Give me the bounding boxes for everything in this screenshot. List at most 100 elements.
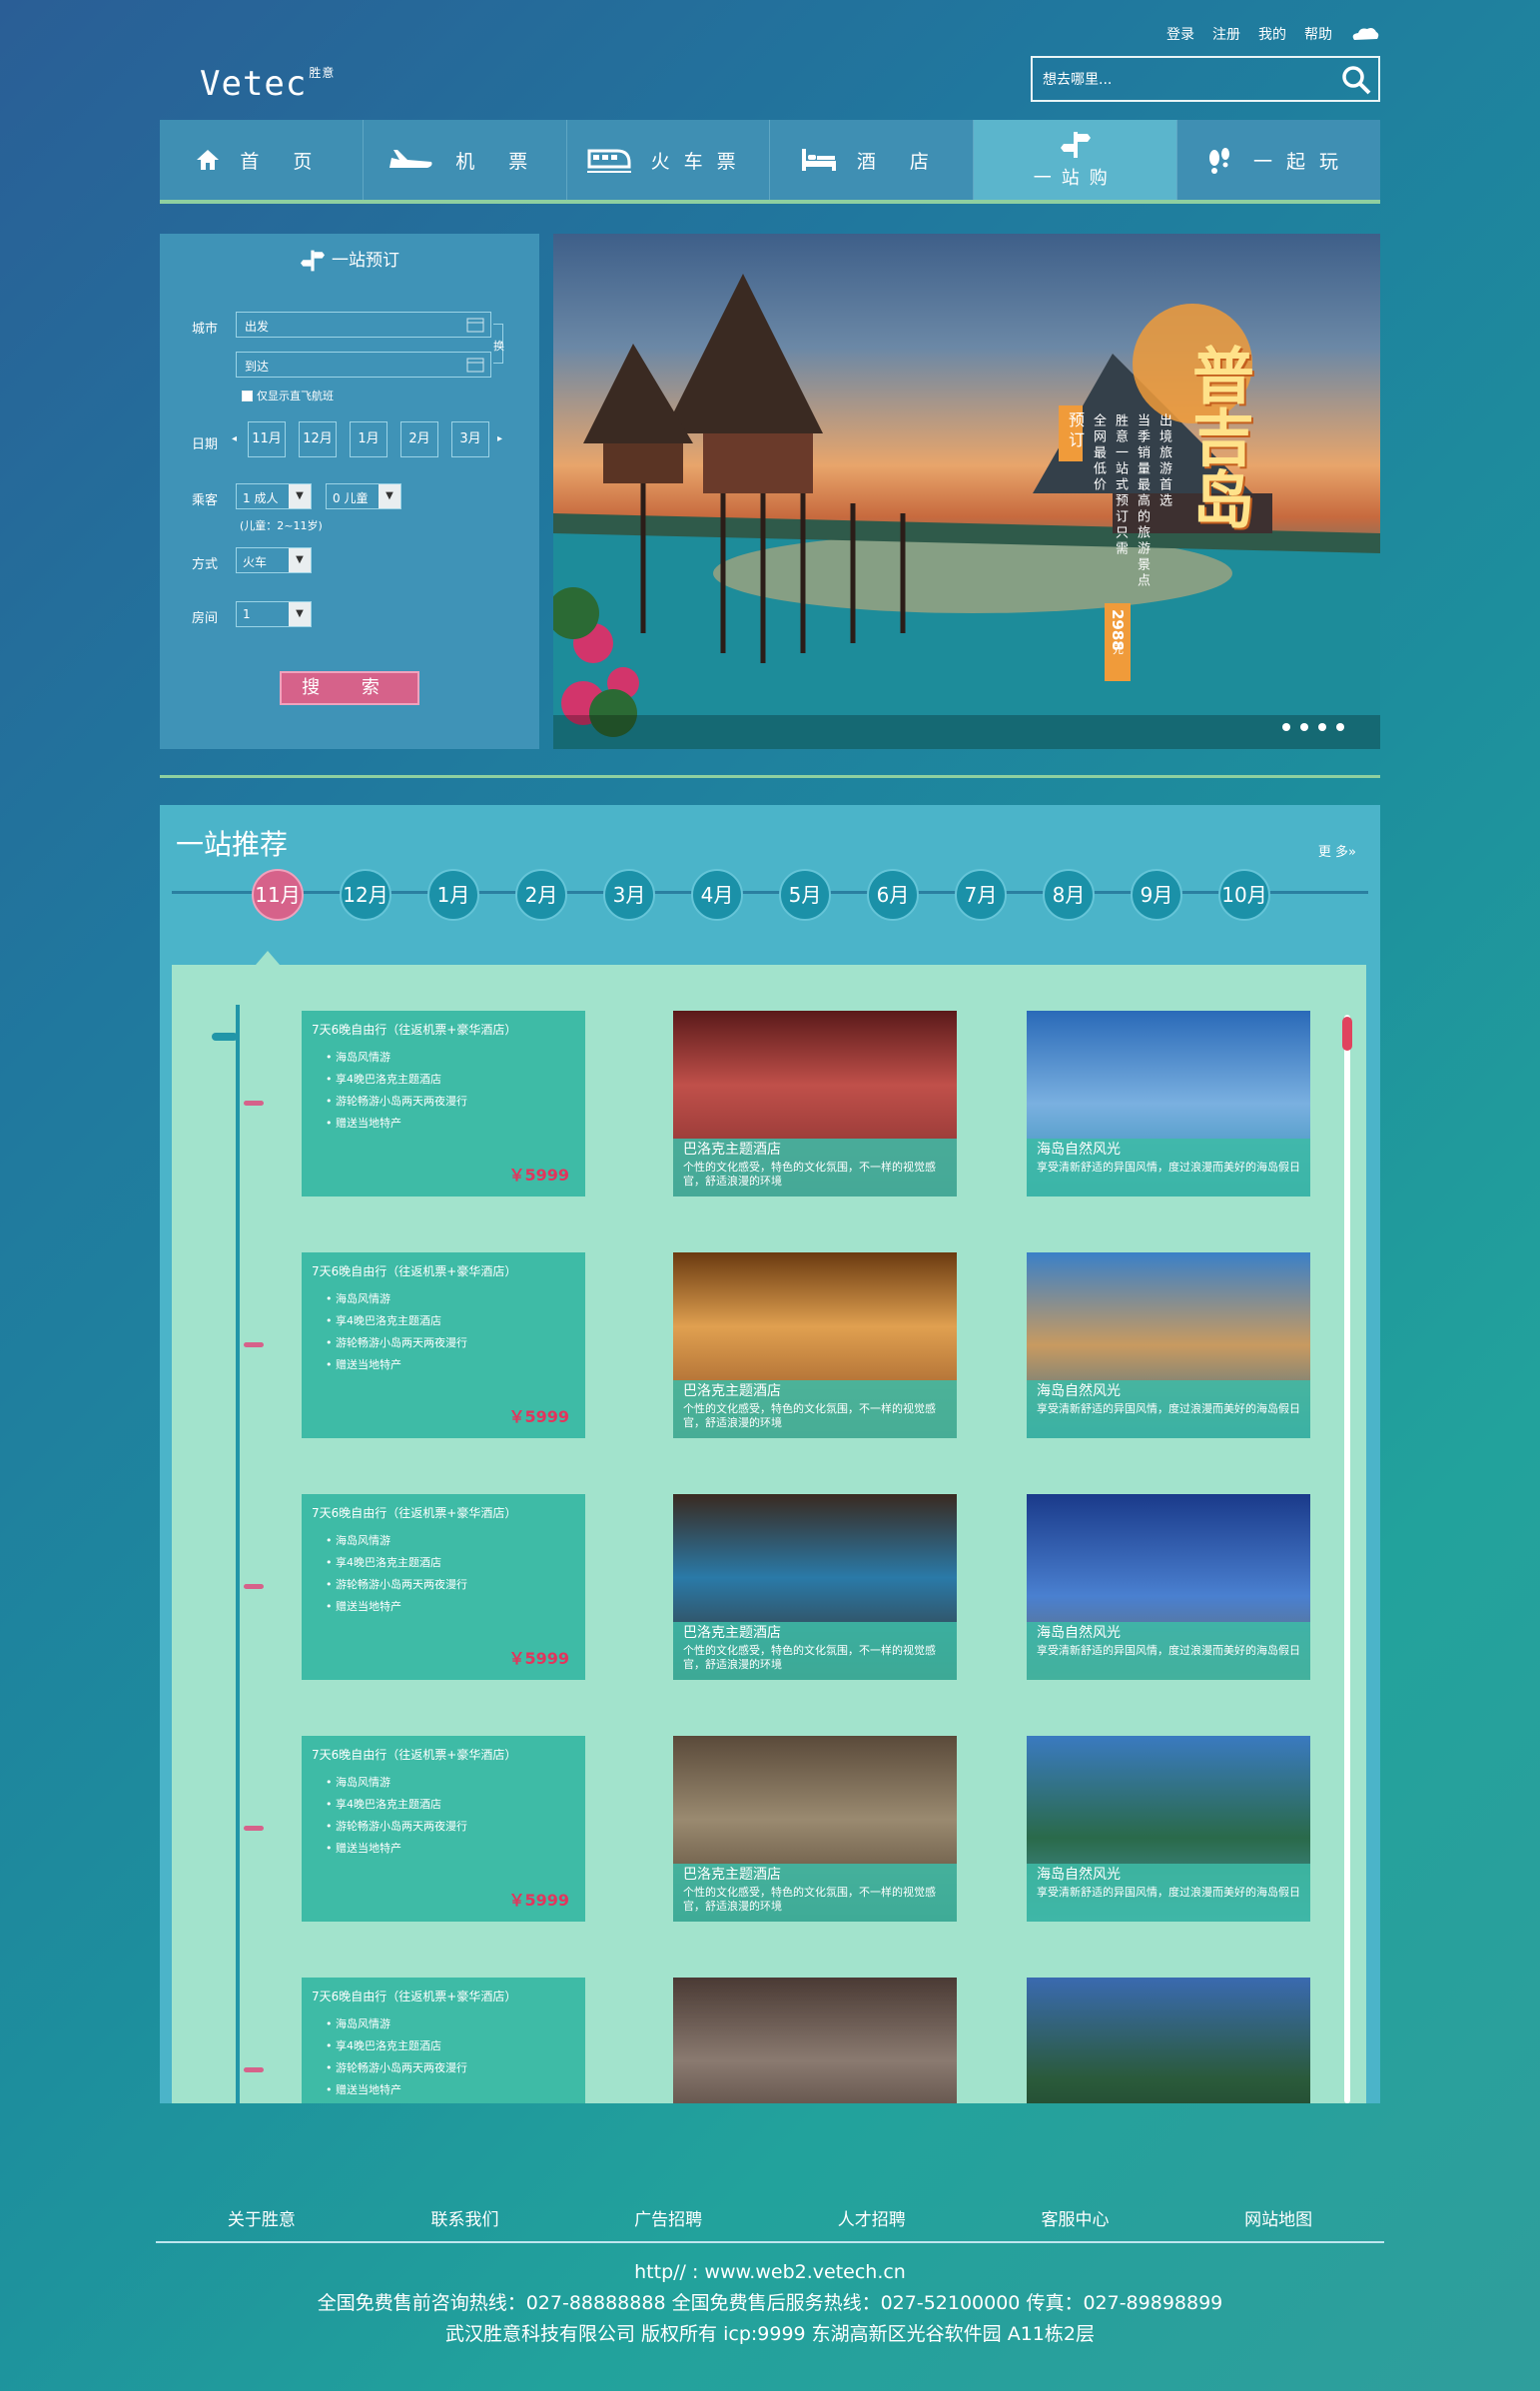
footer-link[interactable]: 广告招聘	[634, 2205, 702, 2230]
hotel-photo[interactable]	[673, 1978, 957, 2103]
month-tab[interactable]: 9月	[1131, 869, 1182, 921]
footer-hotline: 全国免费售前咨询热线：027-88888888 全国免费售后服务热线：027-5…	[317, 2292, 1223, 2314]
hotel-photo[interactable]: 巴洛克主题酒店 个性的文化感受，特色的文化氛围，不一样的视觉感官，舒适浪漫的环境	[673, 1011, 957, 1196]
from-field[interactable]: 出发	[236, 312, 491, 338]
scrollbar-track[interactable]	[1344, 1015, 1350, 2103]
hotel-title: 巴洛克主题酒店	[683, 1867, 781, 1883]
package-card[interactable]: 7天6晚自由行（往返机票+豪华酒店） 海岛风情游享4晚巴洛克主题酒店游轮畅游小岛两…	[302, 1252, 585, 1438]
scene-photo[interactable]: 海岛自然风光 享受清新舒适的异国风情，度过浪漫而美好的海岛假日	[1027, 1011, 1310, 1196]
scrollbar-thumb[interactable]	[1342, 1017, 1352, 1051]
footer-info: http// : www.web2.vetech.cn 全国免费售前咨询热线：0…	[0, 2257, 1540, 2350]
month-option[interactable]: 3月	[451, 421, 489, 457]
month-tab[interactable]: 2月	[515, 869, 567, 921]
package-feature: 享4晚巴洛克主题酒店	[326, 2035, 575, 2057]
scene-photo[interactable]: 海岛自然风光享受清新舒适的异国风情，度过浪漫而美好的海岛假日	[1027, 1494, 1310, 1680]
month-tab[interactable]: 1月	[427, 869, 479, 921]
footer-link[interactable]: 网站地图	[1244, 2205, 1312, 2230]
room-select[interactable]: 1 ▼	[236, 601, 312, 627]
register-link[interactable]: 注册	[1212, 24, 1240, 44]
month-tab[interactable]: 11月	[252, 869, 304, 921]
month-option[interactable]: 1月	[350, 421, 387, 457]
footer-nav: 关于胜意 联系我们 广告招聘 人才招聘 客服中心 网站地图	[160, 2205, 1380, 2230]
month-tab[interactable]: 12月	[340, 869, 391, 921]
hotel-photo[interactable]: 巴洛克主题酒店 个性的文化感受，特色的文化氛围，不一样的视觉感官，舒适浪漫的环境	[673, 1736, 957, 1922]
promo-banner[interactable]: 普吉岛 出境旅游首选 当季销量最高的旅游景点 胜意一站式预订只需 2988 元 …	[553, 234, 1380, 749]
city-label: 城市	[192, 322, 219, 337]
nav-label: 机 票	[455, 150, 542, 173]
home-icon	[197, 150, 220, 170]
banner-dot[interactable]	[1336, 723, 1344, 731]
hotel-caption: 巴洛克主题酒店 个性的文化感受，特色的文化氛围，不一样的视觉感官，舒适浪漫的环境	[673, 1622, 957, 1680]
footer-link[interactable]: 客服中心	[1041, 2205, 1109, 2230]
nav-one-stop[interactable]: 一站购	[974, 120, 1178, 200]
nav-home[interactable]: 首 页	[160, 120, 364, 200]
nav-trains[interactable]: 火车票	[567, 120, 771, 200]
train-icon	[586, 149, 631, 173]
month-tab[interactable]: 8月	[1043, 869, 1095, 921]
direct-only-option[interactable]: 仅显示直飞航班	[242, 388, 334, 403]
direct-only-checkbox[interactable]	[242, 390, 253, 401]
logo[interactable]: Vetec 胜意	[200, 64, 335, 104]
nav-label: 首 页	[240, 150, 327, 173]
month-tab[interactable]: 10月	[1218, 869, 1270, 921]
signpost-icon	[1060, 132, 1091, 158]
banner-dot[interactable]	[1300, 723, 1308, 731]
scene-caption: 海岛自然风光 享受清新舒适的异国风情，度过浪漫而美好的海岛假日	[1027, 1139, 1310, 1196]
footer-link[interactable]: 人才招聘	[838, 2205, 906, 2230]
banner-dot[interactable]	[1318, 723, 1326, 731]
footer-link[interactable]: 联系我们	[430, 2205, 498, 2230]
prev-month-arrow[interactable]: ◂	[232, 433, 237, 444]
scene-photo[interactable]	[1027, 1978, 1310, 2103]
footer-url[interactable]: http// : www.web2.vetech.cn	[0, 2257, 1540, 2288]
hotel-desc: 个性的文化感受，特色的文化氛围，不一样的视觉感官，舒适浪漫的环境	[683, 1161, 936, 1188]
month-tab[interactable]: 5月	[779, 869, 831, 921]
timeline-tick	[244, 1101, 264, 1106]
package-feature: 赠送当地特产	[326, 2079, 575, 2101]
date-label: 日期	[192, 437, 219, 452]
banner-dot[interactable]	[1282, 723, 1290, 731]
more-link[interactable]: 更 多»	[1318, 841, 1356, 860]
direct-only-label: 仅显示直飞航班	[257, 390, 334, 402]
to-field[interactable]: 到达	[236, 352, 491, 378]
package-card[interactable]: 7天6晚自由行（往返机票+豪华酒店） 海岛风情游享4晚巴洛克主题酒店游轮畅游小岛两…	[302, 1494, 585, 1680]
scene-desc: 享受清新舒适的异国风情，度过浪漫而美好的海岛假日	[1037, 1644, 1300, 1657]
scene-photo[interactable]: 海岛自然风光 享受清新舒适的异国风情，度过浪漫而美好的海岛假日	[1027, 1736, 1310, 1922]
scene-title: 海岛自然风光	[1037, 1625, 1121, 1641]
scene-photo[interactable]: 海岛自然风光 享受清新舒适的异国风情，度过浪漫而美好的海岛假日	[1027, 1252, 1310, 1438]
hotel-title: 巴洛克主题酒店	[683, 1625, 781, 1641]
recommend-title: 一站推荐	[176, 828, 289, 861]
logo-sub: 胜意	[309, 66, 336, 80]
month-tab[interactable]: 6月	[867, 869, 919, 921]
hotel-photo[interactable]: 巴洛克主题酒店 个性的文化感受，特色的文化氛围，不一样的视觉感官，舒适浪漫的环境	[673, 1494, 957, 1680]
nav-flights[interactable]: 机 票	[364, 120, 567, 200]
next-month-arrow[interactable]: ▸	[497, 433, 502, 444]
search-input[interactable]: 想去哪里...	[1031, 56, 1380, 102]
login-link[interactable]: 登录	[1166, 24, 1194, 44]
package-card[interactable]: 7天6晚自由行（往返机票+豪华酒店） 海岛风情游享4晚巴洛克主题酒店游轮畅游小岛两…	[302, 1011, 585, 1196]
footer-link[interactable]: 关于胜意	[228, 2205, 296, 2230]
footer-copyright: 武汉胜意科技有限公司 版权所有 icp:9999 东湖高新区光谷软件园 A11栋…	[445, 2323, 1095, 2345]
nav-hotels[interactable]: 酒 店	[770, 120, 975, 200]
month-tab[interactable]: 7月	[955, 869, 1007, 921]
search-icon[interactable]	[1340, 64, 1372, 96]
month-option[interactable]: 11月	[248, 421, 286, 457]
nav-label: 火车票	[650, 150, 750, 173]
recommend-list: 7天6晚自由行（往返机票+豪华酒店）海岛风情游享4晚巴洛克主题酒店游轮畅游小岛两…	[172, 965, 1366, 2103]
mode-select[interactable]: 火车 ▼	[236, 547, 312, 573]
child-select[interactable]: 0 儿童 ▼	[326, 483, 401, 509]
month-tab[interactable]: 4月	[691, 869, 743, 921]
month-tab[interactable]: 3月	[603, 869, 655, 921]
top-links: 登录 注册 我的 帮助	[1166, 24, 1380, 44]
adult-select[interactable]: 1 成人 ▼	[236, 483, 312, 509]
my-account-link[interactable]: 我的	[1258, 24, 1286, 44]
month-option[interactable]: 12月	[299, 421, 337, 457]
help-link[interactable]: 帮助	[1304, 24, 1332, 44]
package-card[interactable]: 7天6晚自由行（往返机票+豪华酒店） 海岛风情游享4晚巴洛克主题酒店游轮畅游小岛两…	[302, 1736, 585, 1922]
month-option[interactable]: 2月	[400, 421, 438, 457]
search-button[interactable]: 搜 索	[280, 671, 419, 705]
package-feature: 海岛风情游	[326, 1047, 575, 1069]
package-card[interactable]: 7天6晚自由行（往返机票+豪华酒店） 海岛风情游享4晚巴洛克主题酒店游轮畅游小岛两…	[302, 1978, 585, 2103]
hotel-photo[interactable]: 巴洛克主题酒店 个性的文化感受，特色的文化氛围，不一样的视觉感官，舒适浪漫的环境	[673, 1252, 957, 1438]
nav-play[interactable]: 一起玩	[1177, 120, 1380, 200]
swap-label[interactable]: 换	[493, 338, 504, 354]
